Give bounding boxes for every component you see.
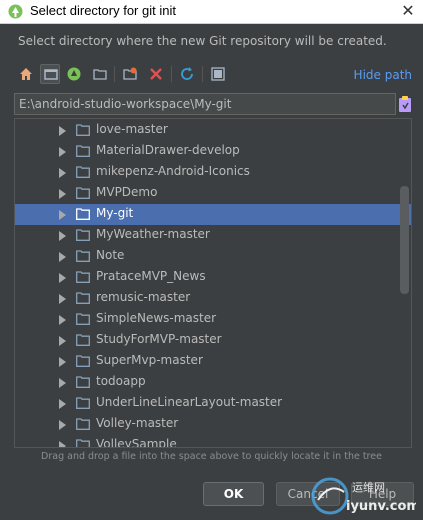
tree-row[interactable]: PrataceMVP_News [15,267,411,288]
folder-icon [76,376,90,388]
dialog-window: Select directory for git init ✕ Select d… [0,0,423,520]
android-icon[interactable] [64,64,84,84]
tree-row-label: SuperMvp-master [96,353,203,367]
tree-row[interactable]: todoapp [15,372,411,393]
toolbar-separator [114,66,115,82]
tree-row[interactable]: MVPDemo [15,183,411,204]
directory-tree[interactable]: love-master MaterialDrawer-develop mikepen… [14,118,412,448]
tree-row-label: SimpleNews-master [96,311,217,325]
tree-row-label: remusic-master [96,290,191,304]
path-field-container [14,93,396,115]
tree-row-label: MaterialDrawer-develop [96,143,240,157]
tree-row-label: mikepenz-Android-Iconics [96,164,250,178]
path-input[interactable] [15,94,395,114]
dialog-description: Select directory where the new Git repos… [18,34,387,48]
folder-icon [76,439,90,447]
tree-row[interactable]: MaterialDrawer-develop [15,141,411,162]
folder-icon [76,313,90,325]
folder-icon [76,208,90,220]
folder-icon [76,229,90,241]
clipboard-icon[interactable] [398,95,412,113]
expand-arrow-icon[interactable] [59,210,66,220]
tree-row[interactable]: love-master [15,120,411,141]
tree-row[interactable]: StudyForMVP-master [15,330,411,351]
folder-icon [76,355,90,367]
expand-arrow-icon[interactable] [59,273,66,283]
folder-icon [76,397,90,409]
tree-row[interactable]: My-git [15,204,411,225]
folder-icon [76,187,90,199]
expand-arrow-icon[interactable] [59,357,66,367]
cancel-button[interactable]: Cancel [276,482,340,506]
tree-row[interactable]: remusic-master [15,288,411,309]
delete-icon[interactable] [146,64,166,84]
folder-icon [76,292,90,304]
tree-row[interactable]: Note [15,246,411,267]
close-icon[interactable]: ✕ [399,2,417,20]
toolbar-separator [202,66,203,82]
tree-row-label: My-git [96,206,134,220]
tree-row-label: todoapp [96,374,146,388]
tree-row[interactable]: SuperMvp-master [15,351,411,372]
home-icon[interactable] [16,64,36,84]
folder-icon [76,271,90,283]
expand-arrow-icon[interactable] [59,441,66,447]
folder-icon [76,166,90,178]
new-folder-special-icon[interactable] [120,64,140,84]
show-hidden-icon[interactable] [208,64,228,84]
ok-button[interactable]: OK [203,482,264,506]
folder-icon [76,250,90,262]
tree-row[interactable]: SimpleNews-master [15,309,411,330]
tree-row[interactable]: VolleySample [15,435,411,448]
expand-arrow-icon[interactable] [59,399,66,409]
tree-row-label: Volley-master [96,416,179,430]
title-bar: Select directory for git init ✕ [0,0,423,24]
tree-row-label: MVPDemo [96,185,158,199]
expand-arrow-icon[interactable] [59,168,66,178]
folder-icon [76,334,90,346]
tree-scrollbar[interactable] [400,186,409,294]
expand-arrow-icon[interactable] [59,294,66,304]
hide-path-link[interactable]: Hide path [354,68,412,82]
expand-arrow-icon[interactable] [59,252,66,262]
expand-arrow-icon[interactable] [59,378,66,388]
refresh-icon[interactable] [177,64,197,84]
expand-arrow-icon[interactable] [59,147,66,157]
drag-drop-hint: Drag and drop a file into the space abov… [41,451,382,462]
expand-arrow-icon[interactable] [59,315,66,325]
folder-icon [76,145,90,157]
tree-row-label: VolleySample [96,437,177,448]
folder-icon [76,418,90,430]
expand-arrow-icon[interactable] [59,420,66,430]
tree-row[interactable]: MyWeather-master [15,225,411,246]
tree-row-label: PrataceMVP_News [96,269,206,283]
new-folder-icon[interactable] [90,64,110,84]
tree-row-label: StudyForMVP-master [96,332,222,346]
expand-arrow-icon[interactable] [59,336,66,346]
desktop-icon[interactable] [40,64,60,84]
tree-row-label: Note [96,248,125,262]
toolbar: Hide path [14,62,414,88]
window-title: Select directory for git init [30,3,176,18]
toolbar-separator [171,66,172,82]
tree-row-label: MyWeather-master [96,227,210,241]
expand-arrow-icon[interactable] [59,126,66,136]
tree-row[interactable]: Volley-master [15,414,411,435]
android-studio-icon [8,4,23,19]
tree-row-label: love-master [96,122,168,136]
tree-row[interactable]: UnderLineLinearLayout-master [15,393,411,414]
expand-arrow-icon[interactable] [59,231,66,241]
help-button[interactable]: Help [351,482,414,506]
tree-row-label: UnderLineLinearLayout-master [96,395,283,409]
expand-arrow-icon[interactable] [59,189,66,199]
tree-row[interactable]: mikepenz-Android-Iconics [15,162,411,183]
folder-icon [76,124,90,136]
